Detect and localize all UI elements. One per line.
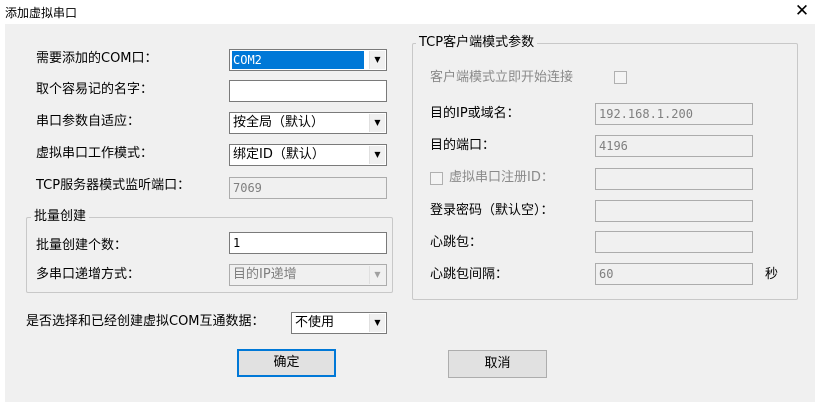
register-id-label: 虚拟串口注册ID： [449, 170, 554, 185]
cancel-button[interactable]: 取消 [448, 350, 547, 378]
login-password-label: 登录密码（默认空）： [430, 203, 554, 218]
increment-mode-value: 目的IP递增 [233, 267, 297, 282]
tcp-server-port-input[interactable]: 7069 [229, 177, 387, 199]
title-bar: 添加虚拟串口 ✕ [0, 0, 819, 24]
target-port-label: 目的端口： [430, 138, 496, 153]
close-icon[interactable]: ✕ [790, 0, 814, 22]
batch-count-input[interactable]: 1 [229, 232, 387, 254]
friendly-name-label: 取个容易记的名字： [36, 82, 154, 97]
increment-mode-label: 多串口递增方式： [36, 267, 141, 282]
register-id-input[interactable] [595, 168, 753, 190]
batch-count-label: 批量创建个数： [36, 238, 128, 253]
heartbeat-input[interactable] [595, 231, 753, 253]
chevron-down-icon[interactable]: ▼ [369, 266, 385, 284]
target-port-input[interactable]: 4196 [595, 135, 753, 157]
com-port-select[interactable]: COM2 ▼ [229, 49, 387, 71]
work-mode-value: 绑定ID（默认） [233, 147, 325, 162]
tcp-client-title: TCP客户端模式参数 [416, 35, 538, 51]
com-port-label: 需要添加的COM口： [36, 51, 158, 66]
work-mode-label: 虚拟串口工作模式： [36, 146, 154, 161]
heartbeat-interval-label: 心跳包间隔： [430, 267, 509, 282]
auto-connect-label: 客户端模式立即开始连接 [430, 70, 574, 85]
serial-adapt-label: 串口参数自适应： [36, 114, 141, 129]
increment-mode-select[interactable]: 目的IP递增 ▼ [229, 264, 387, 286]
ok-button[interactable]: 确定 [237, 349, 336, 377]
batch-create-title: 批量创建 [31, 209, 90, 225]
register-id-checkbox[interactable] [430, 172, 443, 185]
chevron-down-icon[interactable]: ▼ [369, 146, 385, 164]
serial-adapt-select[interactable]: 按全局（默认） ▼ [229, 112, 387, 134]
serial-adapt-value: 按全局（默认） [233, 115, 325, 130]
friendly-name-input[interactable] [229, 80, 387, 102]
interconnect-value: 不使用 [295, 315, 335, 330]
dialog-body: 需要添加的COM口： COM2 ▼ 取个容易记的名字： 串口参数自适应： 按全局… [5, 24, 815, 402]
chevron-down-icon[interactable]: ▼ [369, 314, 385, 332]
interconnect-select[interactable]: 不使用 ▼ [291, 312, 387, 334]
heartbeat-interval-unit: 秒 [765, 267, 779, 282]
interconnect-label: 是否选择和已经创建虚拟COM互通数据： [26, 314, 265, 329]
chevron-down-icon[interactable]: ▼ [369, 51, 385, 69]
login-password-input[interactable] [595, 200, 753, 222]
add-virtual-serial-port-dialog: 添加虚拟串口 ✕ 需要添加的COM口： COM2 ▼ 取个容易记的名字： 串口参… [0, 0, 819, 406]
heartbeat-label: 心跳包： [430, 235, 483, 250]
auto-connect-checkbox[interactable] [614, 71, 627, 84]
heartbeat-interval-input[interactable]: 60 [595, 263, 753, 285]
dialog-title: 添加虚拟串口 [5, 6, 78, 20]
target-ip-input[interactable]: 192.168.1.200 [595, 103, 753, 125]
work-mode-select[interactable]: 绑定ID（默认） ▼ [229, 144, 387, 166]
chevron-down-icon[interactable]: ▼ [369, 114, 385, 132]
target-ip-label: 目的IP或域名： [430, 106, 520, 121]
com-port-value: COM2 [232, 51, 364, 69]
tcp-server-port-label: TCP服务器模式监听端口： [36, 178, 191, 193]
